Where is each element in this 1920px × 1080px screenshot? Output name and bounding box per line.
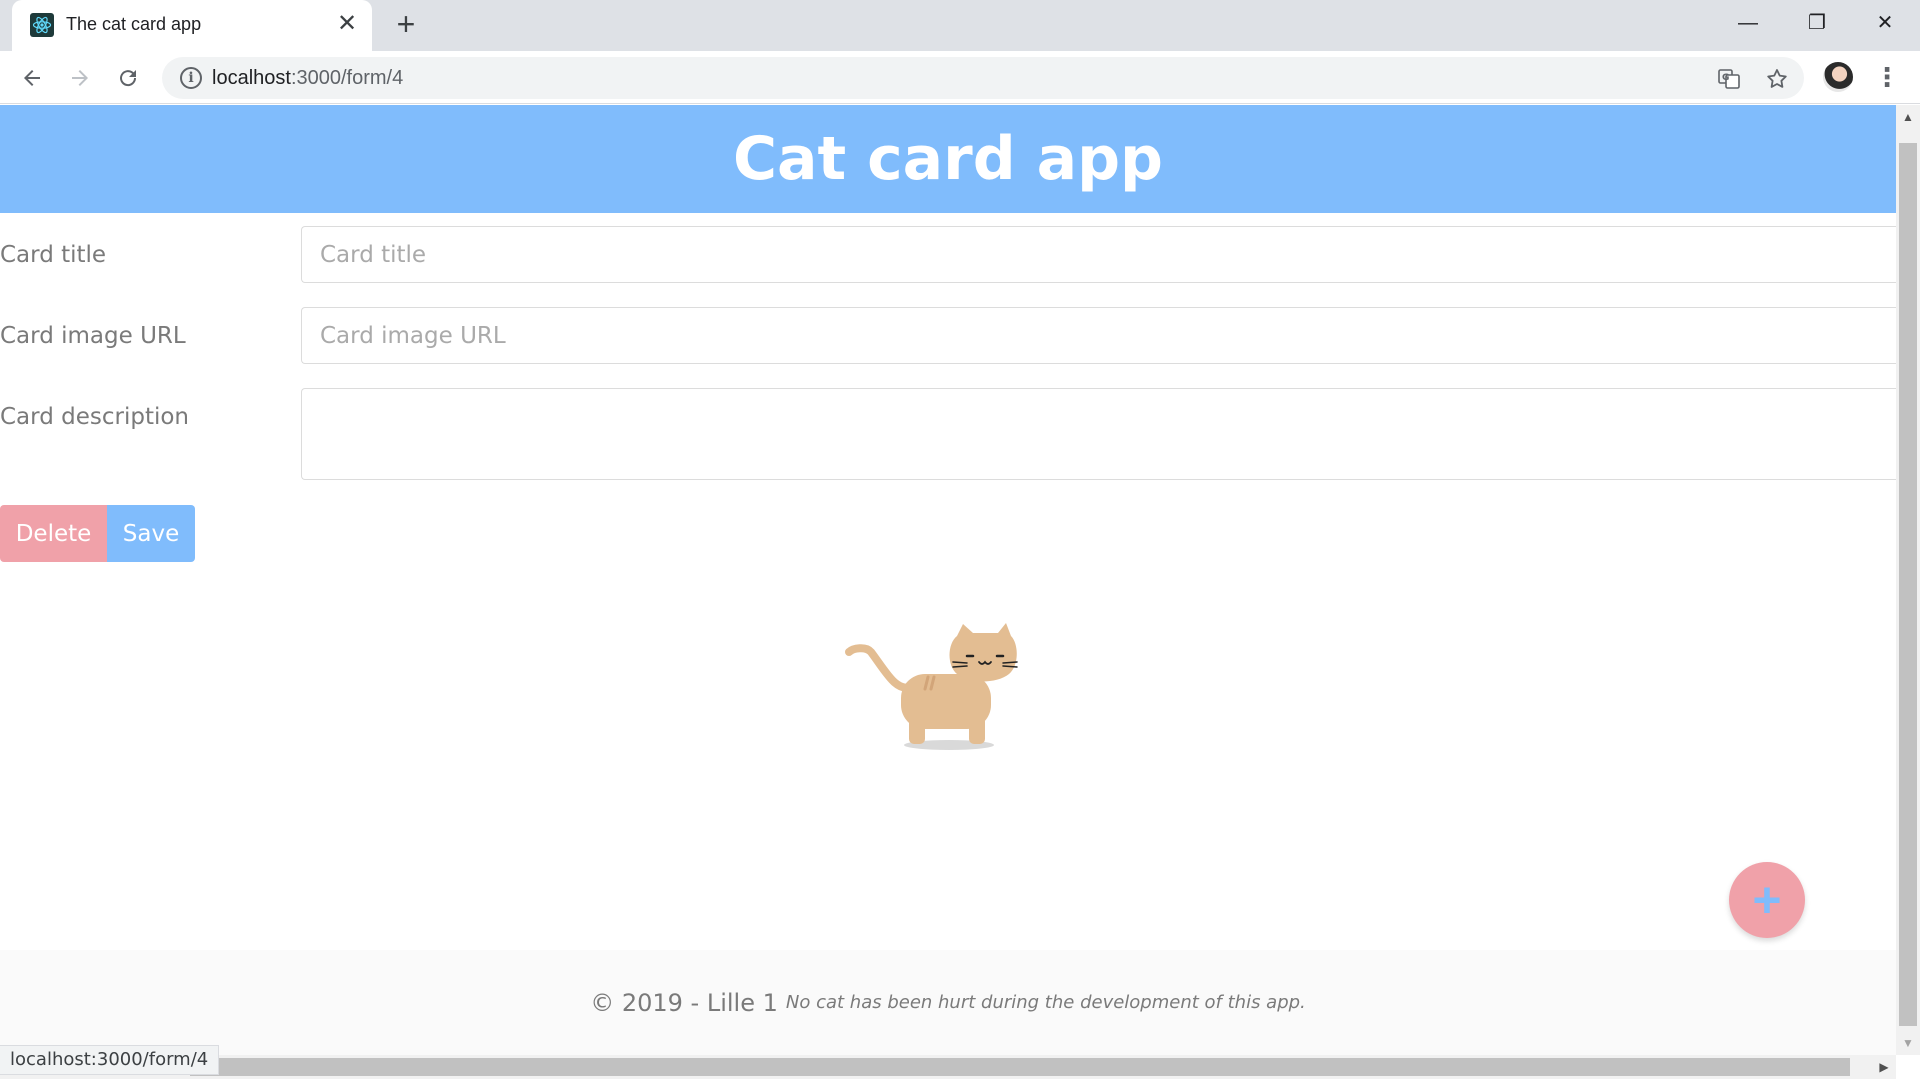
close-window-button[interactable]: ✕	[1865, 6, 1905, 40]
star-icon[interactable]	[1763, 65, 1791, 93]
tab-close-icon[interactable]: ✕	[334, 11, 360, 37]
profile-avatar[interactable]	[1823, 62, 1853, 92]
horizontal-scrollbar[interactable]: ▶	[0, 1055, 1896, 1079]
vertical-scrollbar[interactable]: ▲ ▼	[1896, 105, 1920, 1055]
browser-tab[interactable]: The cat card app ✕	[12, 0, 372, 51]
scroll-up-arrow-icon[interactable]: ▲	[1896, 105, 1920, 129]
url-host: localhost	[212, 67, 291, 89]
translate-icon[interactable]: G	[1715, 65, 1743, 93]
status-url-bubble: localhost:3000/form/4	[0, 1045, 220, 1075]
horizontal-scroll-thumb[interactable]	[190, 1058, 1850, 1076]
card-description-textarea[interactable]	[301, 388, 1896, 480]
back-arrow-icon[interactable]	[14, 60, 50, 96]
card-title-label: Card title	[0, 242, 107, 268]
delete-button[interactable]: Delete	[0, 505, 107, 562]
react-favicon-icon	[30, 13, 54, 37]
browser-tab-bar: The cat card app ✕ + — ❐ ✕	[0, 0, 1920, 51]
add-card-button[interactable]: +	[1729, 862, 1805, 938]
minimize-button[interactable]: —	[1728, 6, 1768, 40]
card-image-url-label: Card image URL	[0, 323, 186, 349]
forward-arrow-icon[interactable]	[62, 60, 98, 96]
save-button[interactable]: Save	[107, 505, 195, 562]
reload-icon[interactable]	[110, 60, 146, 96]
browser-toolbar: i localhost:3000/form/4 G ⋮	[0, 51, 1920, 104]
footer-note: No cat has been hurt during the developm…	[785, 992, 1306, 1013]
scroll-down-arrow-icon[interactable]: ▼	[1896, 1031, 1920, 1055]
vertical-scroll-thumb[interactable]	[1899, 143, 1917, 1026]
cat-preview-area	[760, 480, 1136, 780]
new-tab-button[interactable]: +	[391, 8, 421, 40]
url-text[interactable]: localhost:3000/form/4	[212, 67, 403, 90]
page-footer: © 2019 - Lille 1 No cat has been hurt du…	[0, 950, 1896, 1055]
address-bar[interactable]: i localhost:3000/form/4 G	[162, 57, 1804, 99]
card-title-input[interactable]	[301, 226, 1896, 283]
tab-title: The cat card app	[66, 14, 202, 34]
svg-text:G: G	[1722, 73, 1729, 83]
url-path: :3000/form/4	[290, 67, 404, 89]
card-image-url-input[interactable]	[301, 307, 1896, 364]
restore-button[interactable]: ❐	[1797, 6, 1837, 40]
footer-copyright: © 2019 - Lille 1	[590, 988, 778, 1017]
page-viewport: Cat card app Card title Card image URL C…	[0, 105, 1896, 1055]
info-icon[interactable]: i	[180, 67, 202, 89]
page-title: Cat card app	[733, 124, 1163, 194]
more-vert-icon[interactable]: ⋮	[1874, 61, 1900, 93]
plus-icon: +	[1752, 872, 1782, 928]
card-description-label: Card description	[0, 404, 189, 430]
cat-illustration	[845, 623, 1018, 750]
app-header: Cat card app	[0, 105, 1896, 213]
scroll-right-arrow-icon[interactable]: ▶	[1872, 1055, 1896, 1079]
